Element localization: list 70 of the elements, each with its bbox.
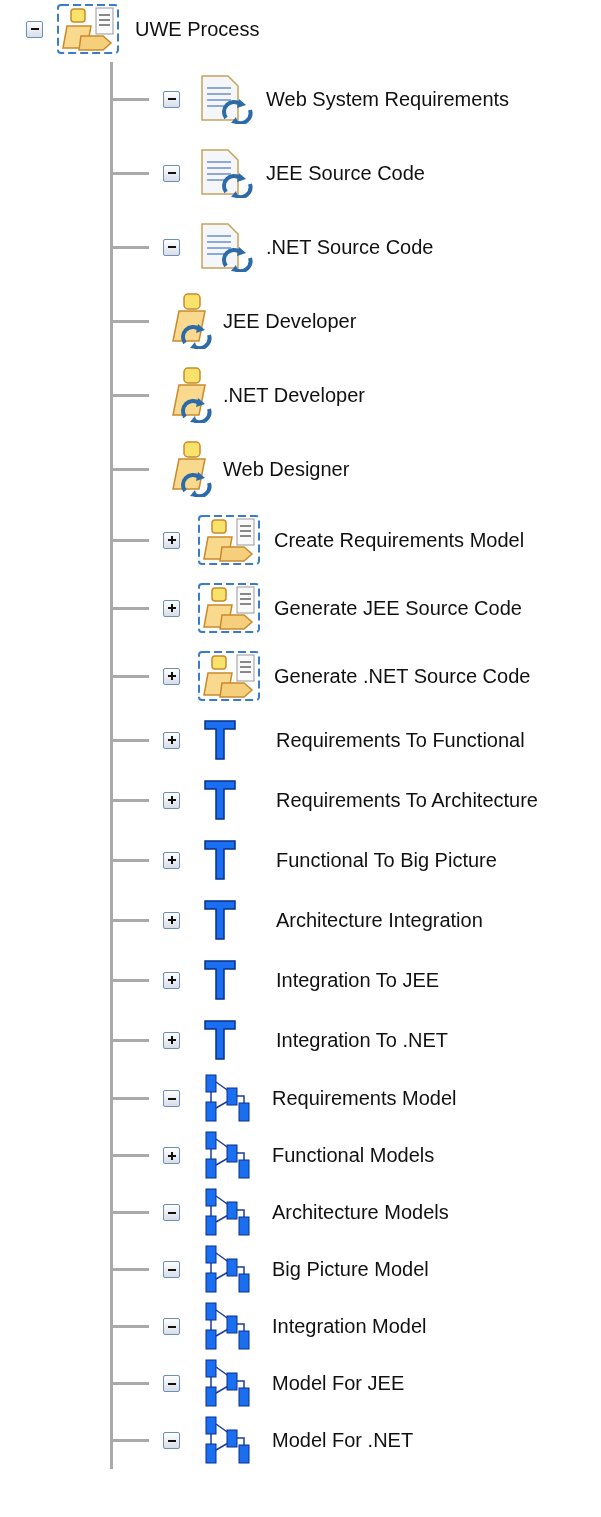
tree-item-label[interactable]: Architecture Models (272, 1201, 449, 1224)
process-folder-icon (198, 515, 260, 565)
collapse-button[interactable] (26, 20, 43, 38)
tree-item-label[interactable]: Requirements Model (272, 1087, 457, 1110)
collapse-button[interactable] (163, 1090, 180, 1107)
plus-icon (166, 1150, 177, 1161)
tree-item-label[interactable]: Generate .NET Source Code (274, 664, 531, 688)
tree-item-label[interactable]: Integration Model (272, 1315, 427, 1338)
tree-item-label[interactable]: Integration To JEE (276, 968, 440, 992)
tree-item-label[interactable]: Model For JEE (272, 1372, 405, 1395)
collapse-button[interactable] (163, 238, 180, 256)
model-diagram-icon (204, 1187, 250, 1238)
expand-button[interactable] (163, 1147, 180, 1164)
process-folder-icon (198, 583, 260, 633)
collapse-button[interactable] (163, 1432, 180, 1449)
model-diagram-icon (204, 1130, 250, 1181)
tree-item-label[interactable]: Web Designer (223, 457, 350, 481)
model-diagram-icon (204, 1358, 250, 1409)
tree-item-label[interactable]: Model For .NET (272, 1429, 414, 1452)
plus-icon (166, 1035, 177, 1045)
t-letter-icon (204, 1020, 236, 1060)
expand-button[interactable] (163, 731, 180, 749)
tree-item-label[interactable]: .NET Developer (223, 383, 365, 407)
plus-icon (166, 535, 177, 545)
tree-item-label[interactable]: JEE Developer (223, 309, 357, 333)
model-diagram-icon (204, 1415, 250, 1466)
model-diagram-icon (204, 1073, 250, 1124)
tree-item-label[interactable]: Functional Models (272, 1144, 435, 1167)
tree-item-label[interactable]: Create Requirements Model (274, 528, 525, 552)
expand-button[interactable] (163, 1031, 180, 1049)
collapse-button[interactable] (163, 1261, 180, 1278)
plus-icon (166, 671, 177, 681)
expand-button[interactable] (163, 971, 180, 989)
process-folder-icon (198, 651, 260, 701)
collapse-button[interactable] (163, 1204, 180, 1221)
expand-button[interactable] (163, 531, 180, 549)
collapse-button[interactable] (163, 1375, 180, 1392)
t-letter-icon (204, 780, 236, 820)
expand-button[interactable] (163, 667, 180, 685)
process-folder-icon (57, 4, 119, 54)
tree-item-label[interactable]: UWE Process (135, 17, 260, 41)
model-diagram-icon (204, 1244, 250, 1295)
expand-button[interactable] (163, 791, 180, 809)
t-letter-icon (204, 900, 236, 940)
tree-item-label[interactable]: Functional To Big Picture (276, 848, 497, 872)
tree-item-label[interactable]: .NET Source Code (266, 235, 434, 259)
tree-item-label[interactable]: JEE Source Code (266, 161, 425, 185)
tree-item-label[interactable]: Requirements To Architecture (276, 788, 538, 812)
plus-icon (166, 735, 177, 745)
tree-item-label[interactable]: Architecture Integration (276, 908, 483, 932)
tree-item-label[interactable]: Generate JEE Source Code (274, 596, 522, 620)
tree-item-label[interactable]: Requirements To Functional (276, 728, 525, 752)
t-letter-icon (204, 960, 236, 1000)
plus-icon (166, 855, 177, 865)
tree-item-label[interactable]: Big Picture Model (272, 1258, 429, 1281)
expand-button[interactable] (163, 851, 180, 869)
plus-icon (166, 795, 177, 805)
plus-icon (166, 603, 177, 613)
plus-icon (166, 975, 177, 985)
collapse-button[interactable] (163, 90, 180, 108)
tree-item-label[interactable]: Integration To .NET (276, 1028, 448, 1052)
plus-icon (166, 915, 177, 925)
collapse-button[interactable] (163, 1318, 180, 1335)
t-letter-icon (204, 720, 236, 760)
model-diagram-icon (204, 1301, 250, 1352)
collapse-button[interactable] (163, 164, 180, 182)
expand-button[interactable] (163, 911, 180, 929)
expand-button[interactable] (163, 599, 180, 617)
t-letter-icon (204, 840, 236, 880)
tree-item-label[interactable]: Web System Requirements (266, 87, 510, 111)
